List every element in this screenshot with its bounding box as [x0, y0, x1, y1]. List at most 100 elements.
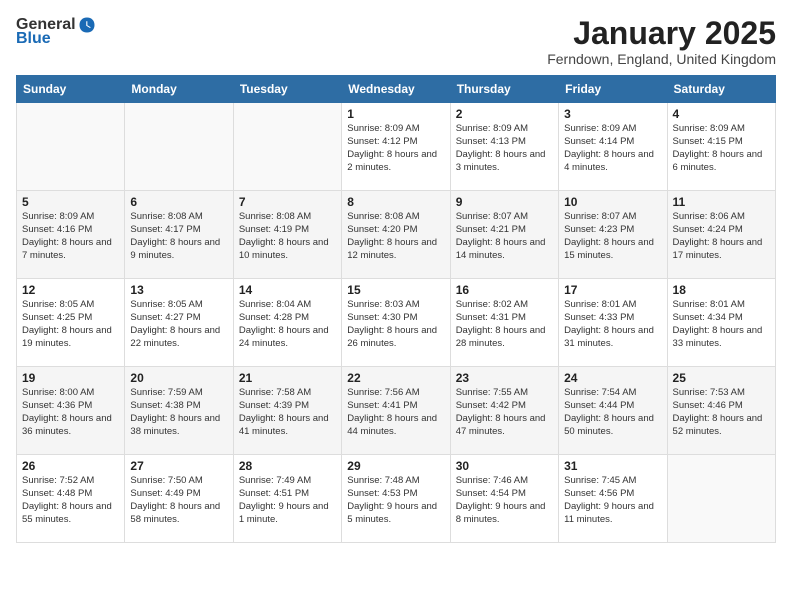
- day-info: Sunrise: 7:59 AMSunset: 4:38 PMDaylight:…: [130, 387, 227, 438]
- day-number: 2: [456, 107, 553, 121]
- calendar-cell: 23Sunrise: 7:55 AMSunset: 4:42 PMDayligh…: [450, 367, 558, 455]
- logo-icon: [78, 16, 96, 34]
- day-info: Sunrise: 8:04 AMSunset: 4:28 PMDaylight:…: [239, 299, 336, 350]
- calendar-cell: 30 Sunrise: 7:46 AMSunset: 4:54 PMDayligh…: [450, 455, 558, 543]
- day-info: Sunrise: 7:58 AMSunset: 4:39 PMDaylight:…: [239, 387, 336, 438]
- calendar-cell: [233, 103, 341, 191]
- day-number: 3: [564, 107, 661, 121]
- calendar-cell: 18 Sunrise: 8:01 AMSunset: 4:34 PMDayligh…: [667, 279, 775, 367]
- calendar-cell: 12Sunrise: 8:05 AMSunset: 4:25 PMDayligh…: [17, 279, 125, 367]
- day-info: Sunrise: 7:53 AMSunset: 4:46 PMDaylight:…: [673, 387, 770, 438]
- calendar-cell: 1Sunrise: 8:09 AMSunset: 4:12 PMDaylight…: [342, 103, 450, 191]
- location: Ferndown, England, United Kingdom: [547, 51, 776, 67]
- day-info: Sunrise: 8:09 AMSunset: 4:16 PMDaylight:…: [22, 211, 119, 262]
- day-info: Sunrise: 8:01 AMSunset: 4:34 PMDaylight:…: [673, 299, 770, 350]
- day-info: Sunrise: 8:02 AMSunset: 4:31 PMDaylight:…: [456, 299, 553, 350]
- calendar-table: SundayMondayTuesdayWednesdayThursdayFrid…: [16, 75, 776, 543]
- day-number: 21: [239, 371, 336, 385]
- day-number: 6: [130, 195, 227, 209]
- calendar-week-row: 26 Sunrise: 7:52 AMSunset: 4:48 PMDayligh…: [17, 455, 776, 543]
- day-info: Sunrise: 7:52 AMSunset: 4:48 PMDaylight:…: [22, 475, 119, 526]
- calendar-cell: [17, 103, 125, 191]
- day-number: 13: [130, 283, 227, 297]
- day-number: 29: [347, 459, 444, 473]
- day-info: Sunrise: 7:54 AMSunset: 4:44 PMDaylight:…: [564, 387, 661, 438]
- calendar-cell: 10Sunrise: 8:07 AMSunset: 4:23 PMDayligh…: [559, 191, 667, 279]
- day-info: Sunrise: 7:50 AMSunset: 4:49 PMDaylight:…: [130, 475, 227, 526]
- day-info: Sunrise: 8:09 AMSunset: 4:15 PMDaylight:…: [673, 123, 770, 174]
- day-info: Sunrise: 8:08 AMSunset: 4:20 PMDaylight:…: [347, 211, 444, 262]
- calendar-cell: 29 Sunrise: 7:48 AMSunset: 4:53 PMDayligh…: [342, 455, 450, 543]
- day-number: 24: [564, 371, 661, 385]
- page-header: General Blue January 2025 Ferndown, Engl…: [16, 16, 776, 67]
- day-number: 14: [239, 283, 336, 297]
- calendar-header-sunday: Sunday: [17, 76, 125, 103]
- day-number: 25: [673, 371, 770, 385]
- calendar-cell: 26 Sunrise: 7:52 AMSunset: 4:48 PMDayligh…: [17, 455, 125, 543]
- calendar-header-tuesday: Tuesday: [233, 76, 341, 103]
- calendar-week-row: 5 Sunrise: 8:09 AMSunset: 4:16 PMDaylight…: [17, 191, 776, 279]
- day-number: 1: [347, 107, 444, 121]
- day-info: Sunrise: 8:07 AMSunset: 4:23 PMDaylight:…: [564, 211, 661, 262]
- day-info: Sunrise: 7:56 AMSunset: 4:41 PMDaylight:…: [347, 387, 444, 438]
- calendar-cell: 25 Sunrise: 7:53 AMSunset: 4:46 PMDayligh…: [667, 367, 775, 455]
- calendar-header-saturday: Saturday: [667, 76, 775, 103]
- calendar-header-row: SundayMondayTuesdayWednesdayThursdayFrid…: [17, 76, 776, 103]
- day-number: 16: [456, 283, 553, 297]
- day-info: Sunrise: 7:45 AMSunset: 4:56 PMDaylight:…: [564, 475, 661, 526]
- calendar-week-row: 12Sunrise: 8:05 AMSunset: 4:25 PMDayligh…: [17, 279, 776, 367]
- day-info: Sunrise: 8:05 AMSunset: 4:25 PMDaylight:…: [22, 299, 119, 350]
- calendar-header-monday: Monday: [125, 76, 233, 103]
- calendar-cell: 20Sunrise: 7:59 AMSunset: 4:38 PMDayligh…: [125, 367, 233, 455]
- day-number: 18: [673, 283, 770, 297]
- title-area: January 2025 Ferndown, England, United K…: [547, 16, 776, 67]
- calendar-cell: 24 Sunrise: 7:54 AMSunset: 4:44 PMDayligh…: [559, 367, 667, 455]
- calendar-cell: [125, 103, 233, 191]
- calendar-cell: 5 Sunrise: 8:09 AMSunset: 4:16 PMDaylight…: [17, 191, 125, 279]
- day-number: 28: [239, 459, 336, 473]
- calendar-cell: 16 Sunrise: 8:02 AMSunset: 4:31 PMDayligh…: [450, 279, 558, 367]
- calendar-cell: 2 Sunrise: 8:09 AMSunset: 4:13 PMDaylight…: [450, 103, 558, 191]
- day-number: 27: [130, 459, 227, 473]
- day-number: 7: [239, 195, 336, 209]
- day-info: Sunrise: 8:01 AMSunset: 4:33 PMDaylight:…: [564, 299, 661, 350]
- day-info: Sunrise: 8:07 AMSunset: 4:21 PMDaylight:…: [456, 211, 553, 262]
- calendar-cell: 3Sunrise: 8:09 AMSunset: 4:14 PMDaylight…: [559, 103, 667, 191]
- day-number: 30: [456, 459, 553, 473]
- calendar-cell: 4 Sunrise: 8:09 AMSunset: 4:15 PMDaylight…: [667, 103, 775, 191]
- day-number: 22: [347, 371, 444, 385]
- day-info: Sunrise: 8:06 AMSunset: 4:24 PMDaylight:…: [673, 211, 770, 262]
- day-number: 8: [347, 195, 444, 209]
- calendar-header-thursday: Thursday: [450, 76, 558, 103]
- day-info: Sunrise: 7:48 AMSunset: 4:53 PMDaylight:…: [347, 475, 444, 526]
- calendar-cell: 14 Sunrise: 8:04 AMSunset: 4:28 PMDayligh…: [233, 279, 341, 367]
- calendar-header-friday: Friday: [559, 76, 667, 103]
- day-number: 19: [22, 371, 119, 385]
- calendar-cell: 8 Sunrise: 8:08 AMSunset: 4:20 PMDaylight…: [342, 191, 450, 279]
- calendar-cell: 11Sunrise: 8:06 AMSunset: 4:24 PMDayligh…: [667, 191, 775, 279]
- day-number: 5: [22, 195, 119, 209]
- day-info: Sunrise: 8:03 AMSunset: 4:30 PMDaylight:…: [347, 299, 444, 350]
- calendar-cell: 21 Sunrise: 7:58 AMSunset: 4:39 PMDayligh…: [233, 367, 341, 455]
- day-number: 31: [564, 459, 661, 473]
- day-info: Sunrise: 7:46 AMSunset: 4:54 PMDaylight:…: [456, 475, 553, 526]
- logo: General Blue: [16, 16, 96, 48]
- day-info: Sunrise: 8:08 AMSunset: 4:17 PMDaylight:…: [130, 211, 227, 262]
- day-info: Sunrise: 8:09 AMSunset: 4:13 PMDaylight:…: [456, 123, 553, 174]
- day-info: Sunrise: 7:55 AMSunset: 4:42 PMDaylight:…: [456, 387, 553, 438]
- day-number: 17: [564, 283, 661, 297]
- day-number: 9: [456, 195, 553, 209]
- logo-blue: Blue: [16, 30, 51, 48]
- calendar-cell: 15Sunrise: 8:03 AMSunset: 4:30 PMDayligh…: [342, 279, 450, 367]
- day-info: Sunrise: 7:49 AMSunset: 4:51 PMDaylight:…: [239, 475, 336, 526]
- day-info: Sunrise: 8:08 AMSunset: 4:19 PMDaylight:…: [239, 211, 336, 262]
- calendar-cell: 9 Sunrise: 8:07 AMSunset: 4:21 PMDaylight…: [450, 191, 558, 279]
- calendar-header-wednesday: Wednesday: [342, 76, 450, 103]
- calendar-cell: 13Sunrise: 8:05 AMSunset: 4:27 PMDayligh…: [125, 279, 233, 367]
- day-number: 26: [22, 459, 119, 473]
- calendar-cell: 31 Sunrise: 7:45 AMSunset: 4:56 PMDayligh…: [559, 455, 667, 543]
- day-number: 4: [673, 107, 770, 121]
- calendar-cell: 28 Sunrise: 7:49 AMSunset: 4:51 PMDayligh…: [233, 455, 341, 543]
- calendar-week-row: 19 Sunrise: 8:00 AMSunset: 4:36 PMDayligh…: [17, 367, 776, 455]
- day-info: Sunrise: 8:00 AMSunset: 4:36 PMDaylight:…: [22, 387, 119, 438]
